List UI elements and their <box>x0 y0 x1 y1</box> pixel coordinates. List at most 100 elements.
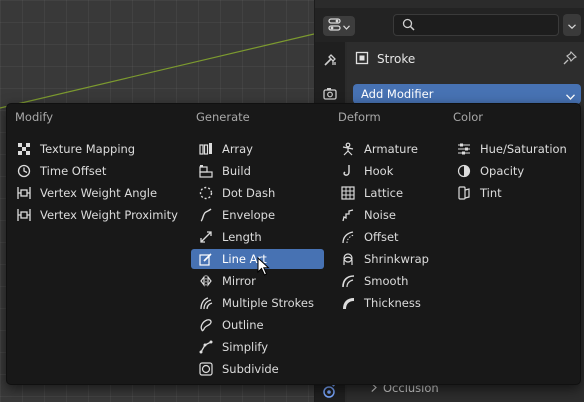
menu-item-label: Multiple Strokes <box>222 296 314 310</box>
armature-icon <box>339 141 357 157</box>
object-name: Stroke <box>377 52 416 66</box>
subdivide-icon <box>197 361 215 377</box>
menu-item-label: Smooth <box>364 274 409 288</box>
menu-item-label: Hook <box>364 164 394 178</box>
add-modifier-button[interactable]: Add Modifier <box>353 84 581 104</box>
texture-mapping-icon <box>15 141 33 157</box>
menu-item-subdivide[interactable]: Subdivide <box>191 359 324 379</box>
simplify-icon <box>197 339 215 355</box>
menu-item-texture-mapping[interactable]: Texture Mapping <box>9 139 185 159</box>
menu-item-length[interactable]: Length <box>191 227 324 247</box>
menu-item-simplify[interactable]: Simplify <box>191 337 324 357</box>
thickness-icon <box>339 295 357 311</box>
menu-item-label: Array <box>222 142 253 156</box>
dot-dash-icon <box>197 185 215 201</box>
column-header-generate: Generate <box>196 110 250 124</box>
build-icon <box>197 163 215 179</box>
time-offset-icon <box>15 163 33 179</box>
menu-item-build[interactable]: Build <box>191 161 324 181</box>
menu-item-outline[interactable]: Outline <box>191 315 324 335</box>
noise-icon <box>339 207 357 223</box>
menu-item-multiple-strokes[interactable]: Multiple Strokes <box>191 293 324 313</box>
multiple-strokes-icon <box>197 295 215 311</box>
hue-saturation-icon <box>455 141 473 157</box>
pin-icon[interactable] <box>563 50 578 68</box>
properties-editor-icon <box>328 18 341 34</box>
menu-item-label: Time Offset <box>40 164 107 178</box>
shrinkwrap-icon <box>339 251 357 267</box>
menu-item-label: Outline <box>222 318 264 332</box>
column-header-color: Color <box>453 110 484 124</box>
menu-item-label: Opacity <box>480 164 525 178</box>
menu-item-envelope[interactable]: Envelope <box>191 205 324 225</box>
mirror-icon <box>197 273 215 289</box>
menu-item-offset[interactable]: Offset <box>333 227 445 247</box>
menu-item-label: Texture Mapping <box>40 142 136 156</box>
tab-physics[interactable] <box>320 382 338 402</box>
menu-item-label: Build <box>222 164 251 178</box>
hook-icon <box>339 163 357 179</box>
menu-item-label: Lattice <box>364 186 404 200</box>
object-header: Stroke <box>347 42 584 76</box>
menu-item-time-offset[interactable]: Time Offset <box>9 161 185 181</box>
menu-item-armature[interactable]: Armature <box>333 139 445 159</box>
column-header-deform: Deform <box>338 110 381 124</box>
menu-item-label: Thickness <box>364 296 421 310</box>
options-dropdown[interactable] <box>563 14 581 36</box>
smooth-icon <box>339 273 357 289</box>
add-modifier-menu: Modify Generate Deform Color Texture Map… <box>6 103 581 385</box>
menu-item-label: Length <box>222 230 262 244</box>
menu-item-label: Tint <box>480 186 502 200</box>
menu-item-hue-saturation[interactable]: Hue/Saturation <box>449 139 577 159</box>
opacity-icon <box>455 163 473 179</box>
menu-item-label: Noise <box>364 208 396 222</box>
outline-icon <box>197 317 215 333</box>
vertex-weight-icon <box>15 185 33 201</box>
menu-item-label: Vertex Weight Angle <box>40 186 158 200</box>
properties-search[interactable] <box>393 14 559 36</box>
menu-item-smooth[interactable]: Smooth <box>333 271 445 291</box>
physics-icon <box>320 383 338 402</box>
menu-item-dot-dash[interactable]: Dot Dash <box>191 183 324 203</box>
add-modifier-label: Add Modifier <box>361 87 434 101</box>
line-art-icon <box>197 251 215 267</box>
menu-item-array[interactable]: Array <box>191 139 324 159</box>
menu-item-label: Armature <box>364 142 418 156</box>
tool-icon <box>322 52 338 71</box>
mouse-cursor-icon <box>257 256 270 280</box>
menu-item-tint[interactable]: Tint <box>449 183 577 203</box>
menu-item-vertex-weight-angle[interactable]: Vertex Weight Angle <box>9 183 185 203</box>
menu-item-label: Mirror <box>222 274 256 288</box>
editor-type-button[interactable] <box>323 16 355 36</box>
chevron-down-icon <box>568 18 576 32</box>
search-icon <box>402 18 415 34</box>
tint-icon <box>455 185 473 201</box>
menu-item-label: Hue/Saturation <box>480 142 567 156</box>
menu-item-thickness[interactable]: Thickness <box>333 293 445 313</box>
menu-item-label: Shrinkwrap <box>364 252 429 266</box>
grease-pencil-object-icon <box>355 51 369 68</box>
envelope-icon <box>197 207 215 223</box>
menu-item-hook[interactable]: Hook <box>333 161 445 181</box>
offset-icon <box>339 229 357 245</box>
render-icon <box>322 86 338 105</box>
menu-item-label: Simplify <box>222 340 269 354</box>
chevron-down-icon <box>343 19 350 33</box>
menu-item-noise[interactable]: Noise <box>333 205 445 225</box>
menu-item-label: Offset <box>364 230 399 244</box>
menu-item-label: Subdivide <box>222 362 279 376</box>
chevron-down-icon <box>566 89 575 103</box>
search-input[interactable] <box>422 17 552 33</box>
menu-item-opacity[interactable]: Opacity <box>449 161 577 181</box>
menu-item-shrinkwrap[interactable]: Shrinkwrap <box>333 249 445 269</box>
array-icon <box>197 141 215 157</box>
menu-item-label: Envelope <box>222 208 276 222</box>
length-icon <box>197 229 215 245</box>
menu-item-lattice[interactable]: Lattice <box>333 183 445 203</box>
column-header-modify: Modify <box>15 110 54 124</box>
menu-item-label: Vertex Weight Proximity <box>40 208 178 222</box>
menu-item-label: Dot Dash <box>222 186 276 200</box>
menu-item-vertex-weight-proximity[interactable]: Vertex Weight Proximity <box>9 205 185 225</box>
vertex-weight-icon <box>15 207 33 223</box>
tab-tool[interactable] <box>319 50 341 72</box>
